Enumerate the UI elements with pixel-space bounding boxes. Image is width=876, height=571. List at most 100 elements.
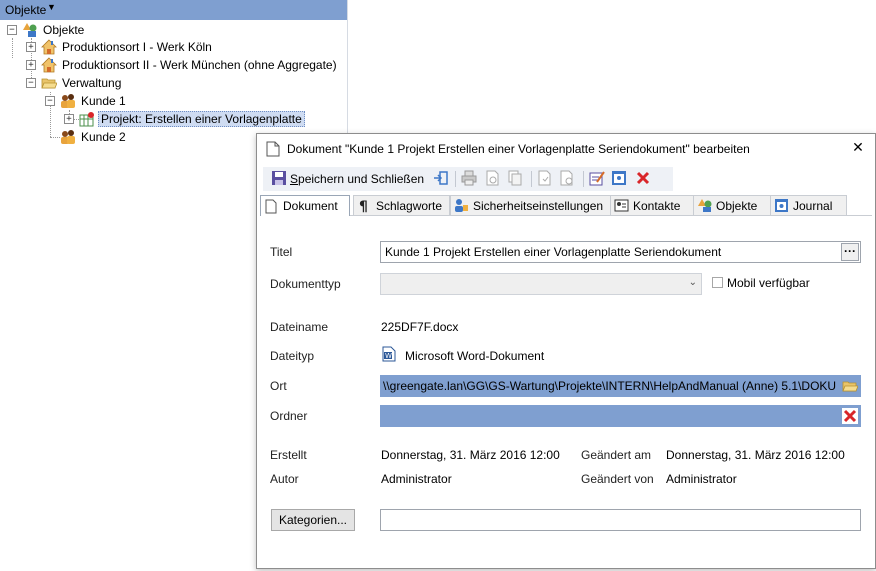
- tree-expand-produktionsort-2[interactable]: +: [26, 60, 36, 70]
- security-users-icon: [454, 198, 469, 213]
- autor-label: Autor: [270, 472, 299, 486]
- preview-icon: [485, 170, 501, 189]
- ort-input[interactable]: \\greengate.lan\GG\GS-Wartung\Projekte\I…: [380, 375, 861, 397]
- tree-node-label: Projekt: Erstellen einer Vorlagenplatte: [98, 111, 305, 127]
- dateiname-value: 225DF7F.docx: [381, 320, 459, 334]
- ellipsis-button[interactable]: ···: [841, 243, 859, 261]
- tab-journal[interactable]: Journal: [770, 195, 847, 215]
- tab-objekte[interactable]: Objekte: [693, 195, 772, 215]
- checkout-icon: [537, 170, 553, 189]
- paragraph-icon: ¶: [357, 198, 372, 215]
- folder-open-icon: [41, 75, 58, 91]
- dateityp-value: Microsoft Word-Dokument: [405, 349, 545, 363]
- folder-open-icon[interactable]: [842, 378, 859, 397]
- titel-label: Titel: [270, 245, 293, 259]
- svg-text:¶: ¶: [359, 199, 368, 213]
- ort-value: \\greengate.lan\GG\GS-Wartung\Projekte\I…: [383, 379, 837, 393]
- export-button[interactable]: [433, 170, 449, 188]
- dokumenttyp-select[interactable]: ⌄: [380, 273, 702, 295]
- svg-text:W: W: [385, 352, 392, 360]
- check-in-button[interactable]: [559, 170, 575, 188]
- tab-sicherheitseinstellungen[interactable]: Sicherheitseinstellungen: [450, 195, 614, 215]
- preview-button[interactable]: [485, 170, 501, 188]
- edit-icon: [589, 170, 605, 189]
- tree-header[interactable]: Objekte ▼: [0, 0, 347, 20]
- word-document-icon: W: [381, 346, 397, 365]
- print-button[interactable]: [461, 170, 477, 188]
- check-out-button[interactable]: [537, 170, 553, 188]
- geaendert-von-label: Geändert von: [581, 472, 654, 486]
- tree-expand-produktionsort-1[interactable]: +: [26, 42, 36, 52]
- tab-dokument[interactable]: Dokument: [260, 195, 350, 216]
- copy-button[interactable]: [507, 170, 523, 188]
- journal-icon: [774, 198, 789, 213]
- dateityp-label: Dateityp: [270, 349, 315, 363]
- mobil-label: Mobil verfügbar: [727, 276, 810, 290]
- checkin-icon: [559, 170, 575, 189]
- geaendert-am-label: Geändert am: [581, 448, 652, 462]
- chevron-down-icon[interactable]: ⌄: [689, 277, 697, 288]
- kategorien-input[interactable]: [380, 509, 861, 531]
- save-and-close-button[interactable]: Speichern und Schließen: [271, 170, 424, 188]
- titel-value: Kunde 1 Projekt Erstellen einer Vorlagen…: [385, 245, 722, 259]
- tab-label: Objekte: [716, 198, 758, 213]
- erstellt-value: Donnerstag, 31. März 2016 12:00: [381, 448, 560, 462]
- tree-node-label: Kunde 1: [81, 94, 126, 108]
- save-label: peichern und Schließen: [298, 172, 425, 186]
- export-icon: [433, 170, 449, 189]
- kategorien-button[interactable]: Kategorien...: [271, 509, 355, 531]
- house-icon: [41, 39, 57, 55]
- ort-label: Ort: [270, 379, 287, 393]
- dokumenttyp-label: Dokumenttyp: [270, 277, 341, 291]
- dateiname-label: Dateiname: [270, 320, 329, 334]
- tree-node-produktionsort-2[interactable]: Produktionsort II - Werk München (ohne A…: [41, 57, 339, 73]
- printer-icon: [461, 170, 477, 189]
- clear-icon[interactable]: [842, 408, 858, 424]
- tree-expand-projekt[interactable]: +: [64, 114, 74, 124]
- tab-schlagworte[interactable]: ¶ Schlagworte: [353, 195, 450, 215]
- tab-label: Sicherheitseinstellungen: [473, 198, 604, 213]
- document-icon: [264, 199, 279, 214]
- tree-collapse-kunde-1[interactable]: −: [45, 96, 55, 106]
- erstellt-label: Erstellt: [270, 448, 307, 462]
- autor-value: Administrator: [381, 472, 452, 486]
- geaendert-von-value: Administrator: [666, 472, 737, 486]
- chevron-down-icon[interactable]: ▼: [47, 2, 56, 12]
- customer-group-icon: [60, 93, 76, 109]
- tree-node-label: Produktionsort II - Werk München (ohne A…: [62, 58, 337, 72]
- objects-icon: [22, 22, 38, 38]
- tree-node-projekt[interactable]: Projekt: Erstellen einer Vorlagenplatte: [79, 111, 305, 127]
- tree-node-label: Produktionsort I - Werk Köln: [62, 40, 212, 54]
- dialog-tabs: Dokument ¶ Schlagworte Sicherheitseinste…: [260, 195, 872, 216]
- delete-button[interactable]: [635, 170, 651, 188]
- mobil-checkbox[interactable]: [712, 277, 723, 288]
- tree-header-label: Objekte: [5, 3, 47, 17]
- tree-node-objekte[interactable]: Objekte: [22, 22, 86, 38]
- tab-kontakte[interactable]: Kontakte: [610, 195, 696, 215]
- open-icon: [611, 170, 627, 189]
- edit-button[interactable]: [589, 170, 605, 188]
- ordner-input[interactable]: [380, 405, 861, 427]
- project-icon: [79, 111, 95, 127]
- tree-collapse-objekte[interactable]: −: [7, 25, 17, 35]
- edit-document-dialog: Dokument "Kunde 1 Projekt Erstellen eine…: [256, 133, 876, 569]
- tab-label: Schlagworte: [376, 198, 443, 213]
- tree-node-label: Kunde 2: [81, 130, 126, 144]
- tab-label: Kontakte: [633, 198, 681, 213]
- house-icon: [41, 57, 57, 73]
- tree-node-label: Verwaltung: [62, 76, 122, 90]
- copy-icon: [507, 170, 523, 189]
- close-icon[interactable]: ✕: [849, 138, 867, 156]
- tree-node-kunde-2[interactable]: Kunde 2: [60, 129, 128, 145]
- tree-node-produktionsort-1[interactable]: Produktionsort I - Werk Köln: [41, 39, 214, 55]
- tree-collapse-verwaltung[interactable]: −: [26, 78, 36, 88]
- tree-node-kunde-1[interactable]: Kunde 1: [60, 93, 128, 109]
- save-icon: [271, 170, 287, 189]
- tree-node-verwaltung[interactable]: Verwaltung: [41, 75, 123, 91]
- titel-input[interactable]: Kunde 1 Projekt Erstellen einer Vorlagen…: [380, 241, 861, 263]
- geaendert-am-value: Donnerstag, 31. März 2016 12:00: [666, 448, 845, 462]
- delete-icon: [635, 170, 651, 189]
- contact-card-icon: [614, 198, 629, 213]
- tree-node-label: Objekte: [43, 23, 85, 37]
- open-document-button[interactable]: [611, 170, 627, 188]
